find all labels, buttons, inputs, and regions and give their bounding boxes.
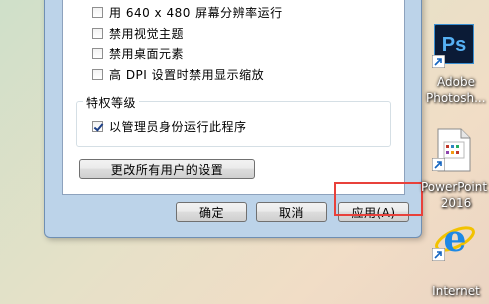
- option-disable-dpi-scaling[interactable]: 高 DPI 设置时禁用显示缩放: [92, 66, 264, 82]
- svg-text:e: e: [444, 218, 467, 260]
- checkbox-640x480[interactable]: [92, 6, 103, 18]
- checkbox-disable-dpi-scaling[interactable]: [92, 68, 103, 80]
- shortcut-arrow-icon: [431, 54, 446, 69]
- checkbox-disable-desktop-composition[interactable]: [92, 47, 103, 59]
- option-run-as-admin[interactable]: 以管理员身份运行此程序: [92, 118, 247, 134]
- checkbox-disable-visual-themes[interactable]: [92, 27, 103, 39]
- svg-text:Ps: Ps: [442, 34, 466, 56]
- option-disable-visual-themes[interactable]: 禁用视觉主题: [92, 25, 184, 41]
- powerpoint-label-line2: 2016: [440, 196, 472, 210]
- powerpoint-label-line1: PowerPoint: [421, 180, 488, 194]
- option-disable-desktop-composition[interactable]: 禁用桌面元素: [92, 45, 184, 61]
- option-disable-desktop-composition-label: 禁用桌面元素: [109, 46, 185, 61]
- photoshop-label-line2: Photosh...: [426, 91, 486, 105]
- privilege-level-title: 特权等级: [83, 94, 140, 111]
- shortcut-arrow-icon: [431, 157, 446, 172]
- photoshop-label-line1: Adobe: [437, 75, 475, 89]
- highlight-box: [334, 182, 423, 216]
- option-run-as-admin-label: 以管理员身份运行此程序: [109, 119, 247, 134]
- ok-button[interactable]: 确定: [176, 202, 247, 222]
- shortcut-arrow-icon: [431, 247, 446, 262]
- option-disable-visual-themes-label: 禁用视觉主题: [109, 26, 185, 41]
- change-all-users-button[interactable]: 更改所有用户的设置: [79, 159, 255, 179]
- checkbox-run-as-admin[interactable]: [92, 120, 103, 132]
- option-640x480[interactable]: 用 640 x 480 屏幕分辨率运行: [92, 4, 283, 20]
- option-640x480-label: 用 640 x 480 屏幕分辨率运行: [109, 5, 283, 20]
- internet-label: Internet: [432, 284, 480, 298]
- cancel-button[interactable]: 取消: [256, 202, 327, 222]
- option-disable-dpi-scaling-label: 高 DPI 设置时禁用显示缩放: [109, 67, 265, 82]
